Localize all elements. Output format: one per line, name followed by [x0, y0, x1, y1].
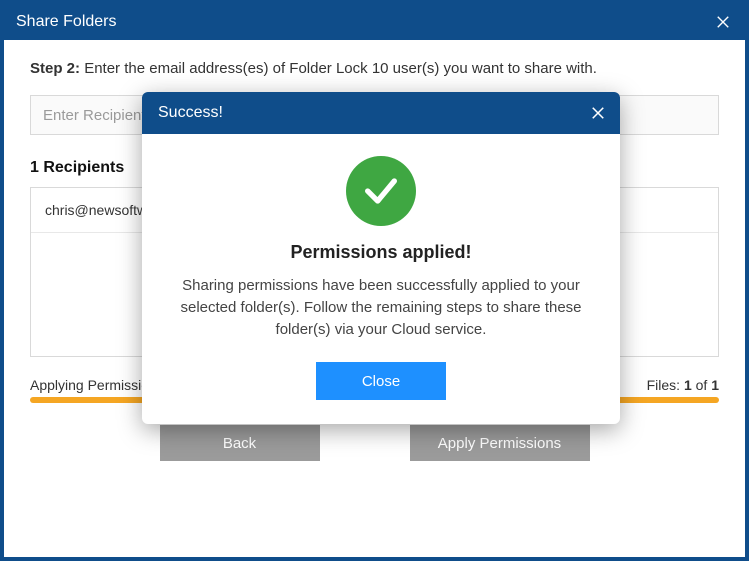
apply-permissions-button[interactable]: Apply Permissions — [410, 425, 590, 461]
close-button[interactable]: Close — [316, 362, 446, 400]
window-title: Share Folders — [16, 13, 117, 31]
back-button[interactable]: Back — [160, 425, 320, 461]
modal-header-title: Success! — [158, 104, 223, 122]
step-instruction: Step 2: Enter the email address(es) of F… — [30, 60, 719, 77]
file-counter: Files: 1 of 1 — [647, 377, 719, 393]
modal-title: Permissions applied! — [172, 242, 590, 263]
modal-body: Permissions applied! Sharing permissions… — [142, 134, 620, 424]
success-modal: Success! Permissions applied! Sharing pe… — [142, 92, 620, 424]
checkmark-icon — [346, 156, 416, 226]
titlebar: Share Folders — [4, 4, 745, 40]
close-icon[interactable] — [586, 101, 610, 125]
modal-text: Sharing permissions have been successful… — [172, 275, 590, 340]
modal-header: Success! — [142, 92, 620, 134]
close-icon[interactable] — [701, 4, 745, 40]
step-label: Step 2: — [30, 60, 80, 77]
footer-buttons: Back Apply Permissions — [30, 425, 719, 461]
share-folders-window: Share Folders Step 2: Enter the email ad… — [0, 0, 749, 561]
step-text: Enter the email address(es) of Folder Lo… — [84, 60, 597, 77]
